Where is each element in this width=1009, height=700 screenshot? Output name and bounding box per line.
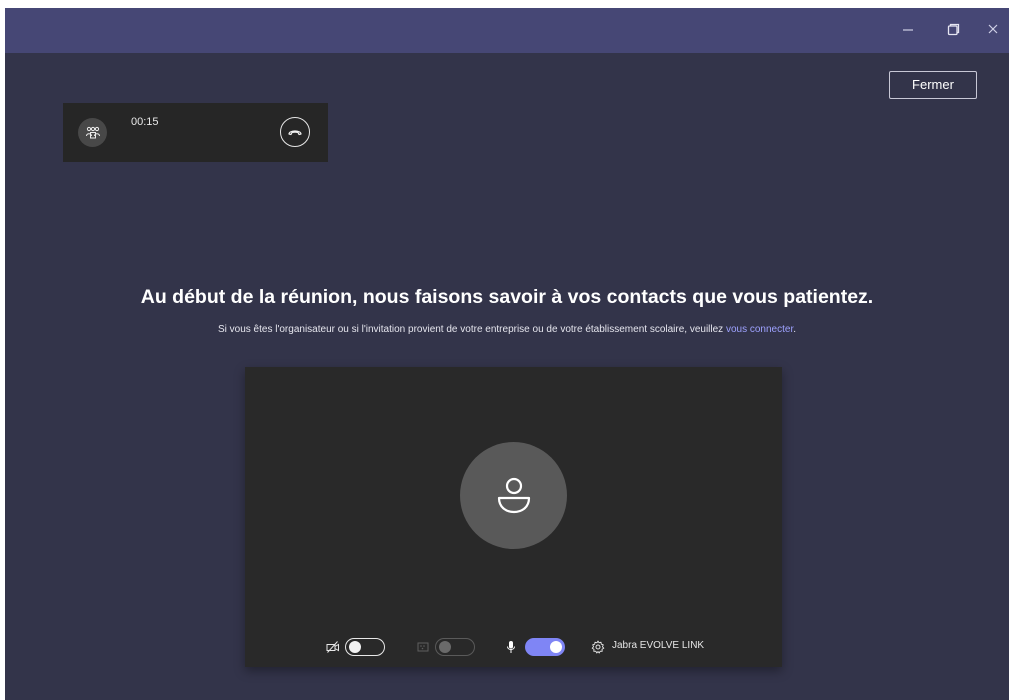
- title-bar: [5, 8, 1009, 53]
- device-controls: Jabra EVOLVE LINK: [245, 636, 782, 660]
- subline-text: Si vous êtes l'organisateur ou si l'invi…: [217, 324, 726, 335]
- maximize-button[interactable]: [942, 19, 964, 41]
- mini-call-panel: 00:15: [63, 103, 328, 162]
- user-avatar: [460, 442, 567, 549]
- participants-avatar: [78, 118, 107, 147]
- sign-in-link[interactable]: vous connecter: [726, 324, 793, 335]
- call-timer: 00:15: [131, 116, 159, 128]
- background-blur-toggle[interactable]: [435, 638, 475, 656]
- minimize-icon: [903, 29, 913, 31]
- microphone-toggle-knob: [550, 641, 562, 653]
- close-button[interactable]: Fermer: [889, 71, 977, 99]
- subline-suffix: .: [793, 324, 797, 335]
- video-preview: Jabra EVOLVE LINK: [245, 367, 782, 667]
- maximize-icon: [947, 23, 959, 36]
- microphone-icon: [503, 639, 519, 655]
- hang-up-button[interactable]: [280, 117, 310, 147]
- window-close-button[interactable]: [982, 19, 1004, 41]
- gear-icon[interactable]: [590, 639, 606, 655]
- hang-up-icon: [288, 130, 302, 136]
- audio-device-label[interactable]: Jabra EVOLVE LINK: [612, 640, 704, 651]
- background-blur-knob: [439, 641, 451, 653]
- lobby-headline: Au début de la réunion, nous faisons sav…: [140, 286, 874, 308]
- close-icon: [988, 24, 998, 34]
- background-blur-icon: [415, 639, 431, 655]
- meeting-window: Fermer 00:15 Au début de la réunion, nou…: [5, 8, 1009, 700]
- person-icon: [497, 477, 530, 513]
- camera-off-icon: [325, 639, 341, 655]
- people-icon: [85, 126, 100, 138]
- microphone-toggle[interactable]: [525, 638, 565, 656]
- camera-toggle[interactable]: [345, 638, 385, 656]
- lobby-subline: Si vous êtes l'organisateur ou si l'invi…: [5, 324, 1009, 335]
- camera-toggle-knob: [349, 641, 361, 653]
- minimize-button[interactable]: [897, 19, 919, 41]
